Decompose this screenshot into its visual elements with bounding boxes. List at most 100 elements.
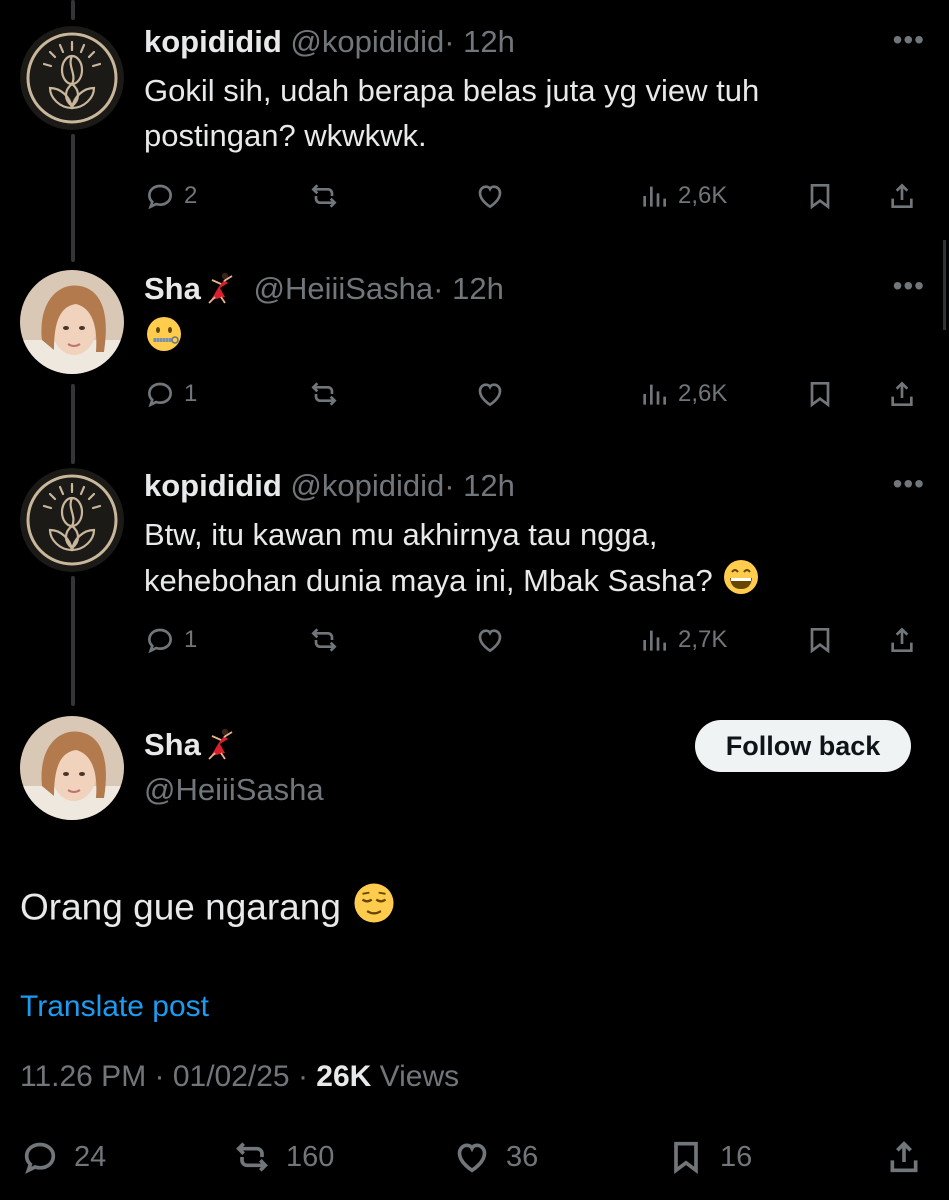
reply-icon — [147, 628, 173, 654]
post-timestamp[interactable]: 11.26 PM · 01/02/25 · — [20, 1060, 316, 1093]
like-icon — [478, 185, 502, 209]
like-button[interactable] — [474, 620, 506, 660]
views-icon — [643, 630, 666, 651]
reply-button[interactable]: 2 — [144, 176, 197, 216]
tweet-text: Gokil sih, udah berapa belas juta yg vie… — [144, 68, 864, 158]
share-button[interactable] — [886, 620, 918, 660]
bookmark-icon — [674, 1141, 698, 1174]
reply-button[interactable]: 1 — [144, 620, 197, 660]
tweet-time[interactable]: · 12h — [433, 271, 504, 306]
user-handle[interactable]: @HeiiiSasha — [144, 772, 324, 808]
like-button[interactable]: 36 — [452, 1135, 538, 1179]
like-icon — [457, 1143, 487, 1173]
repost-button[interactable] — [308, 374, 340, 414]
reply-icon — [147, 184, 173, 210]
views-label: Views — [371, 1060, 460, 1093]
profile-photo-icon — [20, 270, 124, 374]
avatar[interactable] — [20, 26, 124, 130]
translate-post-link[interactable]: Translate post — [20, 990, 209, 1024]
tweet-header: Sha @HeiiiSasha· 12h — [144, 270, 504, 312]
repost-icon — [311, 382, 337, 406]
bookmark-icon — [810, 628, 830, 654]
like-button[interactable] — [474, 374, 506, 414]
reply-count: 1 — [184, 626, 198, 653]
display-name[interactable]: Sha — [144, 271, 201, 306]
like-icon — [478, 629, 502, 653]
share-icon — [890, 1141, 918, 1173]
reply-icon — [24, 1142, 56, 1174]
views-icon — [643, 384, 666, 405]
more-icon[interactable]: ••• — [893, 26, 925, 54]
coffee-logo-icon — [20, 26, 124, 130]
tweet-header: kopididid @kopididid· 12h — [144, 468, 515, 504]
post-metadata: 11.26 PM · 01/02/25 · 26K Views — [20, 1060, 459, 1094]
relieved-face-icon — [351, 880, 397, 939]
repost-count: 160 — [286, 1140, 335, 1173]
views-button[interactable]: 2,6K — [638, 176, 727, 216]
avatar[interactable] — [20, 468, 124, 572]
repost-icon — [311, 628, 337, 652]
share-button[interactable] — [886, 176, 918, 216]
repost-button[interactable]: 160 — [232, 1135, 334, 1179]
reply-count: 2 — [184, 182, 198, 209]
reply-icon — [147, 382, 173, 408]
user-handle[interactable]: @kopididid — [290, 24, 444, 59]
bookmark-button[interactable] — [804, 620, 836, 660]
post-text: Orang gue ngarang — [20, 880, 397, 939]
bookmark-button[interactable] — [804, 374, 836, 414]
like-button[interactable] — [474, 176, 506, 216]
thread-line-3 — [71, 576, 75, 706]
share-icon — [891, 627, 913, 652]
share-icon — [891, 183, 913, 208]
reply-button[interactable]: 24 — [20, 1135, 106, 1179]
action-bar: 2 2,6K — [144, 176, 923, 216]
repost-button[interactable] — [308, 176, 340, 216]
bookmark-button[interactable]: 16 — [666, 1135, 752, 1179]
bookmark-button[interactable] — [804, 176, 836, 216]
action-bar: 1 2,6K — [144, 374, 923, 414]
tweet-header: kopididid @kopididid· 12h — [144, 24, 515, 60]
repost-button[interactable] — [308, 620, 340, 660]
tweet-text: Btw, itu kawan mu akhirnya tau ngga, keh… — [144, 512, 864, 609]
like-count: 36 — [506, 1140, 539, 1173]
views-button[interactable]: 2,7K — [638, 620, 727, 660]
reply-count: 24 — [74, 1140, 107, 1173]
user-handle[interactable]: @kopididid — [290, 468, 444, 503]
views-count: 2,7K — [678, 626, 728, 653]
reply-button[interactable]: 1 — [144, 374, 197, 414]
bookmark-icon — [810, 382, 830, 408]
avatar[interactable] — [20, 270, 124, 374]
dancer-emoji-icon — [201, 270, 235, 312]
display-name[interactable]: Sha — [144, 726, 235, 768]
repost-icon — [236, 1142, 268, 1172]
user-handle[interactable]: @HeiiiSasha — [253, 271, 433, 306]
zipper-mouth-face-icon — [144, 314, 184, 366]
repost-icon — [311, 184, 337, 208]
scrollbar[interactable] — [937, 240, 949, 330]
tweet-text-line: kehebohan dunia maya ini, Mbak Sasha? — [144, 563, 713, 599]
tweet-time[interactable]: · 12h — [444, 24, 515, 59]
coffee-logo-icon — [20, 468, 124, 572]
views-button[interactable]: 2,6K — [638, 374, 727, 414]
display-name[interactable]: kopididid — [144, 24, 282, 59]
follow-back-button[interactable]: Follow back — [695, 720, 911, 772]
action-bar: 1 2,7K — [144, 620, 923, 660]
share-button[interactable] — [884, 1135, 924, 1179]
tweet-time[interactable]: · 12h — [444, 468, 515, 503]
display-name[interactable]: kopididid — [144, 468, 282, 503]
like-icon — [478, 383, 502, 407]
views-count: 26K — [316, 1060, 372, 1093]
more-icon[interactable]: ••• — [893, 272, 925, 300]
bookmark-icon — [810, 184, 830, 210]
tweet-text-line: Btw, itu kawan mu akhirnya tau ngga, — [144, 517, 658, 552]
grinning-face-icon — [721, 557, 761, 609]
views-count: 2,6K — [678, 380, 728, 407]
profile-photo-icon — [20, 716, 124, 820]
share-button[interactable] — [886, 374, 918, 414]
more-icon[interactable]: ••• — [893, 470, 925, 498]
thread-line-top — [71, 0, 75, 20]
thread-line-2 — [71, 384, 75, 464]
thread-line-1 — [71, 134, 75, 262]
avatar[interactable] — [20, 716, 124, 820]
views-icon — [643, 186, 666, 207]
